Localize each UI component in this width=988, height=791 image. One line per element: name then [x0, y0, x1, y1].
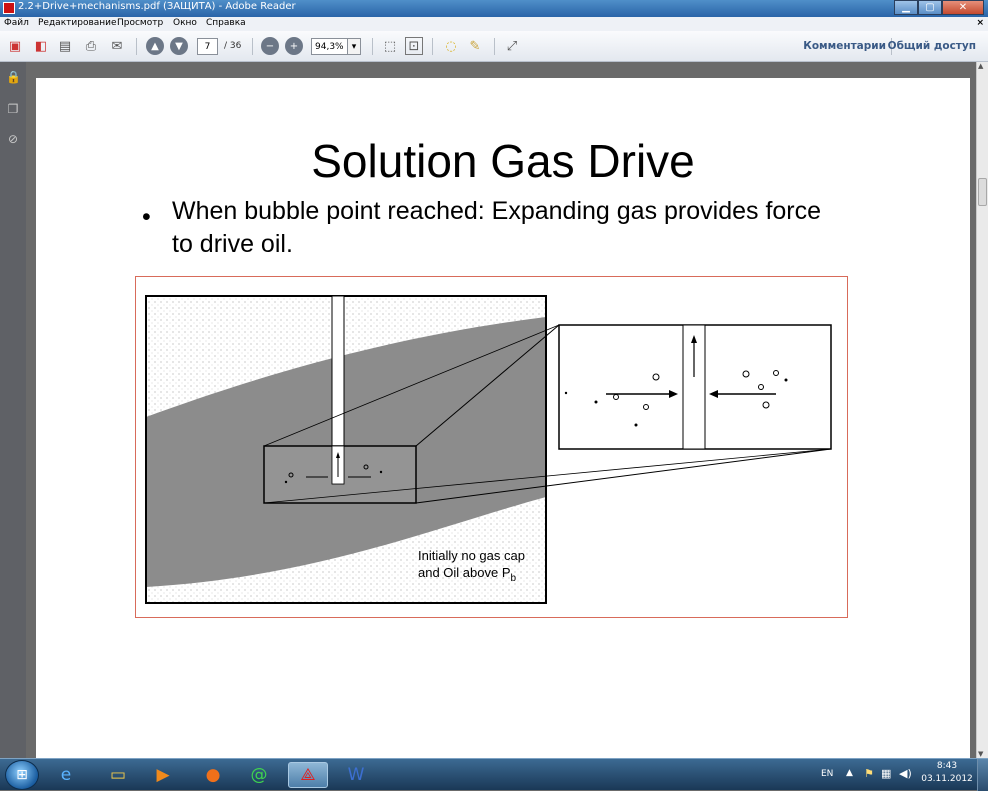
scrollbar-thumb[interactable]	[978, 178, 987, 206]
maximize-button[interactable]: ▢	[918, 0, 942, 15]
comment-icon[interactable]: ◌	[442, 37, 460, 55]
mail-agent-icon[interactable]: @	[239, 762, 279, 788]
previous-page-icon[interactable]: ▲	[146, 37, 164, 55]
toolbar: ▣ ◧ ▤ ⎙ ✉ ▲ ▼ 7 / 36 − + 94,3% ▾ ⬚ ⊡ ◌ ✎…	[0, 31, 988, 62]
close-button[interactable]: ✕	[942, 0, 984, 15]
print-icon[interactable]: ⎙	[82, 37, 100, 55]
toolbar-separator	[252, 38, 253, 55]
minimize-button[interactable]: ▁	[894, 0, 918, 15]
tray-expand-icon[interactable]: ▲	[846, 768, 853, 778]
vertical-scrollbar[interactable]: ▲ ▼	[976, 62, 988, 758]
figure-caption-prefix: and Oil above P	[418, 565, 511, 580]
zoom-dropdown[interactable]: ▾	[347, 38, 361, 55]
internet-explorer-icon[interactable]: e	[46, 762, 86, 788]
system-tray: EN ▲ ⚑ ▦ ◀) 8:43 03.11.2012	[813, 759, 988, 791]
lock-icon[interactable]: 🔒	[6, 70, 21, 86]
window-title: 2.2+Drive+mechanisms.pdf (ЗАЩИТА) - Adob…	[18, 1, 296, 12]
edit-pdf-icon[interactable]: ◧	[32, 37, 50, 55]
pdf-page: Solution Gas Drive • When bubble point r…	[36, 78, 970, 758]
window-controls: ▁ ▢ ✕	[894, 0, 984, 16]
share-button[interactable]: Общий доступ	[888, 40, 976, 52]
full-screen-icon[interactable]: ⤢	[503, 37, 521, 55]
media-player-icon[interactable]: ▶	[143, 762, 183, 788]
create-pdf-icon[interactable]: ▣	[6, 37, 24, 55]
zoom-input[interactable]: 94,3%	[311, 38, 348, 55]
word-icon[interactable]: W	[336, 762, 376, 788]
menu-view[interactable]: Просмотр	[117, 18, 163, 28]
language-indicator[interactable]: EN	[821, 769, 833, 779]
reservoir-figure: Initially no gas cap and Oil above Pb	[135, 276, 848, 618]
taskbar: ⊞ e ▭ ▶ ● @ ⟁ W EN ▲ ⚑ ▦ ◀) 8:43 03.11.2…	[0, 758, 988, 791]
toolbar-separator	[432, 38, 433, 55]
document-close-button[interactable]: ×	[976, 18, 984, 28]
scroll-up-icon[interactable]: ▲	[978, 62, 983, 70]
menu-help[interactable]: Справка	[206, 18, 246, 28]
menu-bar: Файл Редактирование Просмотр Окно Справк…	[0, 17, 988, 31]
save-icon[interactable]: ▤	[56, 37, 74, 55]
clock-date[interactable]: 03.11.2012	[917, 774, 977, 784]
toolbar-separator	[136, 38, 137, 55]
start-button[interactable]: ⊞	[5, 760, 39, 790]
adobe-reader-icon[interactable]: ⟁	[288, 762, 328, 788]
comments-button[interactable]: Комментарии	[803, 40, 886, 52]
show-desktop-button[interactable]	[977, 759, 988, 791]
attachment-icon[interactable]: ⊘	[6, 132, 20, 148]
figure-caption-subscript: b	[511, 573, 517, 584]
volume-icon[interactable]: ◀)	[899, 767, 912, 780]
navigation-pane: 🔒 ❐ ⊘	[0, 62, 26, 758]
figure-caption-line1: Initially no gas cap	[418, 548, 525, 563]
document-view: Solution Gas Drive • When bubble point r…	[26, 62, 976, 758]
bullet-marker: •	[142, 203, 151, 231]
title-bar: 2.2+Drive+mechanisms.pdf (ЗАЩИТА) - Adob…	[0, 0, 988, 17]
next-page-icon[interactable]: ▼	[170, 37, 188, 55]
toolbar-separator	[494, 38, 495, 55]
adobe-reader-icon	[3, 2, 15, 14]
fit-width-icon[interactable]: ⬚	[381, 37, 399, 55]
action-center-icon[interactable]: ⚑	[864, 767, 874, 780]
scroll-down-icon[interactable]: ▼	[978, 750, 983, 758]
menu-window[interactable]: Окно	[173, 18, 197, 28]
menu-file[interactable]: Файл	[4, 18, 29, 28]
firefox-icon[interactable]: ●	[193, 762, 233, 788]
bullet-text: When bubble point reached: Expanding gas…	[172, 197, 822, 258]
menu-edit[interactable]: Редактирование	[38, 18, 117, 28]
page-number-input[interactable]: 7	[197, 38, 218, 55]
network-icon[interactable]: ▦	[881, 767, 891, 780]
highlight-icon[interactable]: ✎	[466, 37, 484, 55]
toolbar-separator	[372, 38, 373, 55]
zoom-out-icon[interactable]: −	[261, 37, 279, 55]
fit-page-icon[interactable]: ⊡	[405, 37, 423, 55]
clock-time[interactable]: 8:43	[923, 761, 971, 771]
email-icon[interactable]: ✉	[108, 37, 126, 55]
reservoir-diagram: Initially no gas cap and Oil above Pb	[145, 295, 832, 604]
pages-icon[interactable]: ❐	[6, 102, 20, 118]
zoom-in-icon[interactable]: +	[285, 37, 303, 55]
page-total: / 36	[224, 41, 242, 51]
slide-title: Solution Gas Drive	[311, 135, 695, 187]
file-explorer-icon[interactable]: ▭	[98, 762, 138, 788]
